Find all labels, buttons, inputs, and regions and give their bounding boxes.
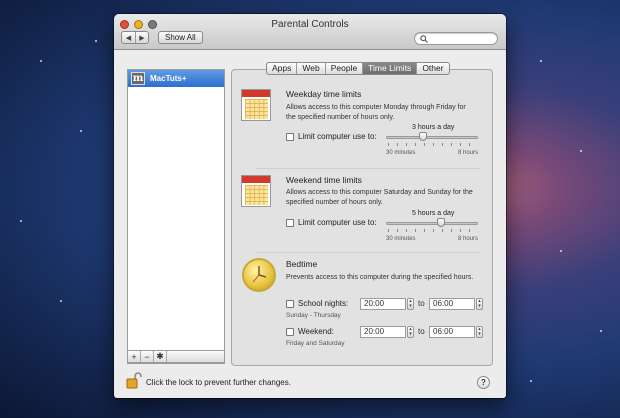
weekend-bedtime-label: Weekend:: [298, 327, 334, 336]
school-nights-from-stepper[interactable]: ▴ ▾: [407, 298, 414, 310]
user-name: MacTuts+: [150, 74, 187, 83]
user-list-toolbar: + − ✱: [127, 350, 225, 363]
weekend-slider-ticks: [388, 229, 478, 232]
back-button[interactable]: ◀: [122, 32, 135, 43]
weekday-description: Allows access to this computer Monday th…: [286, 104, 466, 121]
weekday-title: Weekday time limits: [286, 89, 362, 99]
weekend-min-label: 30 minutes: [386, 236, 416, 242]
time-limits-panel: Weekday time limits Allows access to thi…: [231, 69, 493, 366]
weekday-slider-ticks: [388, 143, 478, 146]
weekend-from-field[interactable]: 20:00: [360, 326, 406, 338]
tab-other[interactable]: Other: [416, 63, 448, 74]
weekend-max-label: 8 hours: [458, 236, 479, 242]
weekday-limit-checkbox[interactable]: [286, 133, 294, 141]
avatar: m: [131, 72, 145, 85]
weekday-min-label: 30 minutes: [386, 150, 416, 156]
search-icon: [420, 35, 428, 43]
parental-controls-window: Parental Controls ◀ ▶ Show All m MacTuts…: [114, 14, 506, 398]
tab-time-limits[interactable]: Time Limits: [362, 63, 417, 74]
add-user-button[interactable]: +: [128, 351, 141, 362]
weekend-description: Allows access to this computer Saturday …: [286, 189, 473, 206]
school-nights-from-field[interactable]: 20:00: [360, 298, 406, 310]
school-nights-sub: Sunday - Thursday: [286, 312, 341, 319]
window-title: Parental Controls: [271, 19, 349, 30]
tab-web[interactable]: Web: [296, 63, 324, 74]
weekend-to-label: to: [418, 327, 425, 336]
weekend-title: Weekend time limits: [286, 175, 362, 185]
weekend-limit-checkbox[interactable]: [286, 219, 294, 227]
weekend-from-stepper[interactable]: ▴ ▾: [407, 326, 414, 338]
back-forward-control: ◀ ▶: [121, 31, 149, 44]
tab-apps[interactable]: Apps: [267, 63, 296, 74]
weekend-slider-knob[interactable]: [437, 218, 446, 227]
weekend-to-field[interactable]: 06:00: [429, 326, 475, 338]
weekday-max-label: 8 hours: [458, 150, 479, 156]
weekday-slider-knob[interactable]: [418, 132, 427, 141]
remove-user-button[interactable]: −: [141, 351, 154, 362]
user-list-item[interactable]: m MacTuts+: [128, 70, 224, 87]
tab-people[interactable]: People: [324, 63, 362, 74]
lock-icon[interactable]: [126, 372, 142, 390]
weekend-limit-label: Limit computer use to:: [298, 218, 377, 227]
divider: [256, 168, 481, 169]
weekday-slider[interactable]: [386, 136, 478, 139]
school-nights-to-label: to: [418, 299, 425, 308]
help-button[interactable]: ?: [477, 376, 490, 389]
show-all-button[interactable]: Show All: [158, 31, 203, 44]
calendar-icon: [241, 175, 271, 207]
weekend-bedtime-checkbox[interactable]: [286, 328, 294, 336]
lock-message: Click the lock to prevent further change…: [146, 378, 291, 387]
weekday-slider-value: 3 hours a day: [412, 124, 455, 131]
tab-bar: Apps Web People Time Limits Other: [266, 62, 450, 75]
school-nights-checkbox[interactable]: [286, 300, 294, 308]
bedtime-title: Bedtime: [286, 259, 318, 269]
school-nights-to-stepper[interactable]: ▴ ▾: [476, 298, 483, 310]
calendar-icon: [241, 89, 271, 121]
forward-button[interactable]: ▶: [135, 32, 148, 43]
titlebar: Parental Controls ◀ ▶ Show All: [114, 14, 506, 50]
weekend-to-stepper[interactable]: ▴ ▾: [476, 326, 483, 338]
gear-icon[interactable]: ✱: [154, 351, 167, 362]
weekday-limit-label: Limit computer use to:: [298, 132, 377, 141]
weekend-slider[interactable]: [386, 222, 478, 225]
clock-icon: [242, 258, 276, 292]
divider: [256, 252, 481, 253]
weekend-slider-value: 5 hours a day: [412, 210, 455, 217]
school-nights-to-field[interactable]: 06:00: [429, 298, 475, 310]
user-list: m MacTuts+: [127, 69, 225, 364]
bedtime-description: Prevents access to this computer during …: [286, 274, 474, 281]
search-input[interactable]: [414, 32, 498, 45]
school-nights-label: School nights:: [298, 299, 349, 308]
weekend-bedtime-sub: Friday and Saturday: [286, 340, 345, 347]
